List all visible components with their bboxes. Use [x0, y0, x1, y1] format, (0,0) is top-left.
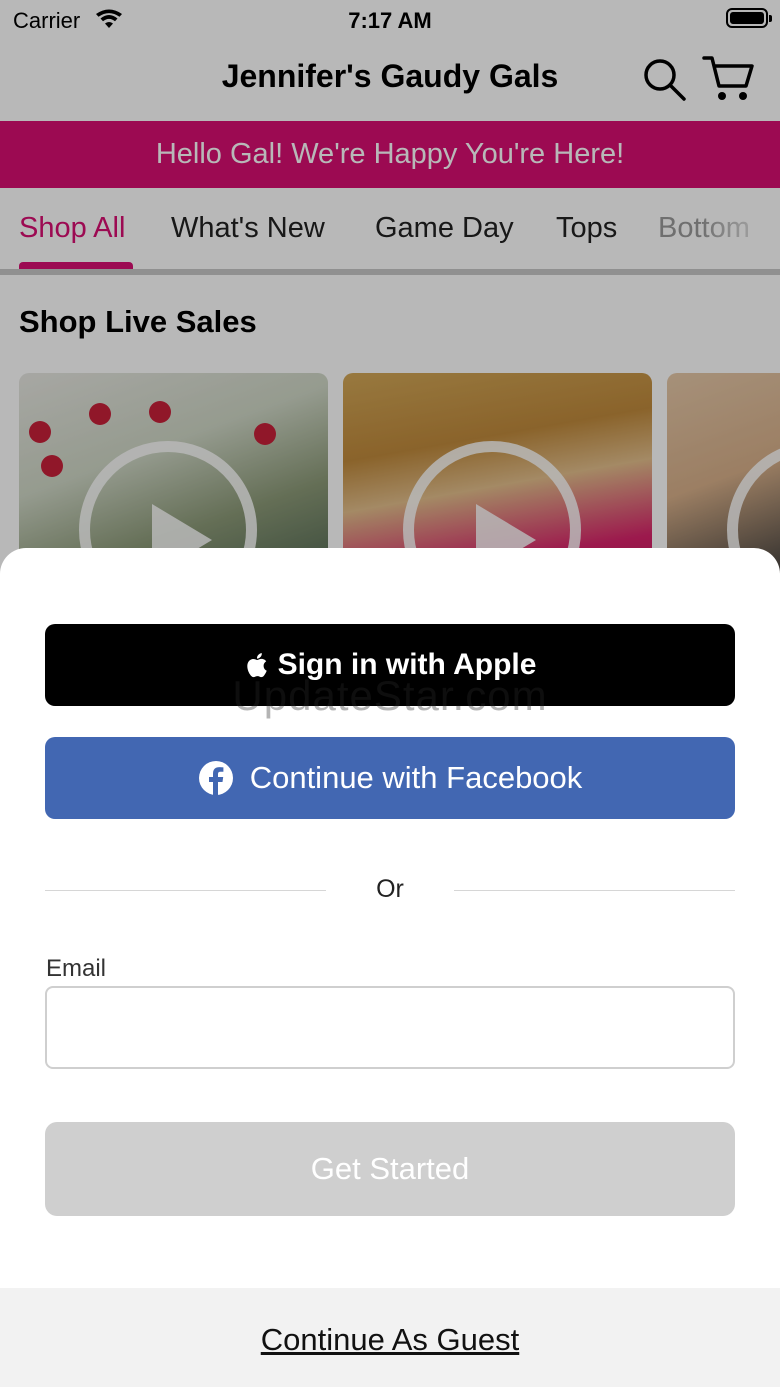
facebook-button-label: Continue with Facebook	[249, 760, 583, 795]
continue-with-facebook-button[interactable]: Continue with Facebook	[45, 737, 735, 819]
email-input[interactable]	[45, 986, 735, 1069]
app-screen: Carrier 7:17 AM Jennifer's Gaudy Gals He…	[0, 0, 780, 1387]
email-label: Email	[46, 955, 107, 982]
get-started-button[interactable]: Get Started	[45, 1122, 735, 1216]
guest-footer: Continue As Guest	[0, 1288, 780, 1387]
facebook-icon	[198, 761, 233, 796]
apple-button-label: Sign in with Apple	[277, 648, 537, 681]
apple-icon	[246, 653, 267, 678]
continue-as-guest-link[interactable]: Continue As Guest	[0, 1322, 780, 1358]
sign-in-with-apple-button[interactable]: Sign in with Apple	[45, 624, 735, 706]
divider-line	[454, 890, 735, 891]
login-bottom-sheet: Sign in with Apple UpdateStar.com Contin…	[0, 548, 780, 1387]
